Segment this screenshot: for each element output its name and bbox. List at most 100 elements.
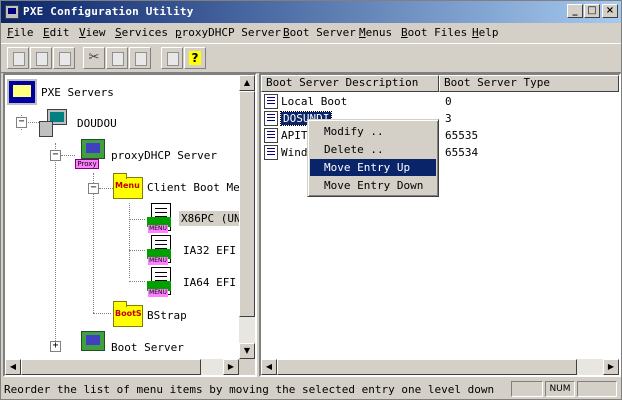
boot-menu-item-icon: MENU [147, 203, 173, 233]
menu-boot-server[interactable]: Boot Server [283, 26, 356, 39]
status-bar: Reorder the list of menu items by moving… [1, 379, 621, 399]
cut-glyph: ✂ [88, 50, 100, 65]
help-icon[interactable]: ? [184, 47, 206, 69]
maximize-button[interactable]: □ [584, 4, 600, 18]
tree-vertical-scrollbar[interactable]: ▲ ▼ [239, 75, 255, 359]
menu-item-tag: MENU [148, 257, 168, 265]
menu-item-tag: MENU [148, 289, 168, 297]
tree-node-client-boot-menu[interactable]: Client Boot Menu [147, 181, 239, 194]
scroll-right-icon[interactable]: ▶ [603, 359, 619, 375]
new-icon[interactable] [7, 47, 29, 69]
minimize-button[interactable]: _ [567, 4, 583, 18]
menu-help[interactable]: Help [472, 26, 499, 39]
row-description: Local Boot [281, 95, 348, 108]
tree-line [61, 155, 75, 156]
boot-item-icon [264, 145, 278, 160]
boot-item-icon [264, 111, 278, 126]
tree-line [55, 143, 56, 349]
bootstrap-tag: BootS [115, 309, 142, 318]
menu-bar: File Edit View Services proxyDHCP Server… [1, 23, 621, 43]
tree-node-ia64-efi[interactable]: IA64 EFI [183, 276, 236, 289]
menu-item-move-entry-up[interactable]: Move Entry Up [310, 159, 436, 176]
scroll-thumb[interactable] [239, 91, 255, 317]
tree-pane[interactable]: PXE Servers − DOUDOU − Proxy proxyDHCP S… [3, 73, 257, 377]
print-icon[interactable] [161, 47, 183, 69]
collapse-icon[interactable]: − [50, 150, 61, 161]
menu-item-tag: MENU [148, 225, 168, 233]
tree-node-ia32-efi[interactable]: IA32 EFI [183, 244, 236, 257]
help-glyph: ? [189, 51, 201, 65]
tree-node-proxydhcp-server[interactable]: proxyDHCP Server [111, 149, 217, 162]
row-type: 3 [445, 112, 452, 125]
scroll-corner [239, 359, 255, 375]
context-menu: Modify .. Delete .. Move Entry Up Move E… [307, 119, 439, 197]
scroll-thumb[interactable] [277, 359, 577, 375]
window-title: PXE Configuration Utility [23, 5, 194, 18]
toolbar: ✂ ? [1, 43, 621, 73]
menu-edit[interactable]: Edit [43, 26, 70, 39]
menu-view[interactable]: View [79, 26, 106, 39]
column-header-description[interactable]: Boot Server Description [261, 75, 439, 92]
boot-item-icon [264, 128, 278, 143]
menu-proxydhcp-server[interactable]: proxyDHCP Server [175, 26, 281, 39]
expand-icon[interactable]: + [50, 341, 61, 352]
tree-horizontal-scrollbar[interactable]: ◀ ▶ [5, 359, 239, 375]
title-bar[interactable]: PXE Configuration Utility _ □ × [1, 1, 621, 23]
menu-item-modify[interactable]: Modify .. [310, 123, 436, 140]
tree-line [99, 188, 113, 189]
boot-menu-item-icon: MENU [147, 235, 173, 265]
server-tree: PXE Servers − DOUDOU − Proxy proxyDHCP S… [5, 75, 239, 359]
app-icon[interactable] [5, 5, 19, 19]
tree-line [129, 219, 145, 220]
scroll-right-icon[interactable]: ▶ [223, 359, 239, 375]
scroll-up-icon[interactable]: ▲ [239, 75, 255, 91]
tree-line [93, 173, 94, 313]
column-header-type[interactable]: Boot Server Type [439, 75, 619, 92]
menu-services[interactable]: Services [115, 26, 168, 39]
menu-file[interactable]: File [7, 26, 34, 39]
menu-tag: Menu [115, 181, 140, 190]
row-type: 65534 [445, 146, 479, 159]
tree-line [93, 313, 111, 314]
paste-icon[interactable] [129, 47, 151, 69]
tree-node-pxe-servers[interactable]: PXE Servers [41, 86, 114, 99]
app-window: PXE Configuration Utility _ □ × File Edi… [0, 0, 622, 400]
tree-node-doudou[interactable]: DOUDOU [77, 117, 117, 130]
save-icon[interactable] [53, 47, 75, 69]
tree-line [129, 281, 145, 282]
bstrap-folder-icon: BootS [113, 301, 143, 327]
status-text: Reorder the list of menu items by moving… [4, 383, 495, 396]
list-header: Boot Server Description Boot Server Type [261, 75, 619, 92]
menu-menus[interactable]: Menus [359, 26, 392, 39]
num-lock-indicator: NUM [545, 381, 575, 397]
proxydhcp-icon: Proxy [75, 139, 105, 169]
server-computer-icon [39, 109, 69, 137]
row-type: 0 [445, 95, 452, 108]
tree-node-boot-server[interactable]: Boot Server [111, 341, 184, 354]
menu-folder-icon: Menu [113, 173, 143, 199]
scroll-left-icon[interactable]: ◀ [261, 359, 277, 375]
menu-boot-files[interactable]: Boot Files [401, 26, 467, 39]
tree-node-x86pc[interactable]: X86PC (UNDI) [179, 211, 239, 226]
pxe-servers-icon [7, 79, 37, 105]
collapse-icon[interactable]: − [16, 117, 27, 128]
scroll-thumb[interactable] [21, 359, 201, 375]
scroll-left-icon[interactable]: ◀ [5, 359, 21, 375]
tree-node-bstrap[interactable]: BStrap [147, 309, 187, 322]
close-button[interactable]: × [602, 4, 618, 18]
row-type: 65535 [445, 129, 479, 142]
boot-item-icon [264, 94, 278, 109]
boot-server-icon [75, 331, 105, 359]
scroll-down-icon[interactable]: ▼ [239, 343, 255, 359]
list-horizontal-scrollbar[interactable]: ◀ ▶ [261, 359, 619, 375]
copy-icon[interactable] [106, 47, 128, 69]
status-cell-empty [577, 381, 617, 397]
tree-line [129, 250, 145, 251]
menu-item-delete[interactable]: Delete .. [310, 141, 436, 158]
menu-item-move-entry-down[interactable]: Move Entry Down [310, 177, 436, 194]
tree-line [25, 122, 39, 123]
open-icon[interactable] [30, 47, 52, 69]
list-row[interactable]: Local Boot 0 [261, 93, 619, 110]
cut-icon[interactable]: ✂ [83, 47, 105, 69]
collapse-icon[interactable]: − [88, 183, 99, 194]
